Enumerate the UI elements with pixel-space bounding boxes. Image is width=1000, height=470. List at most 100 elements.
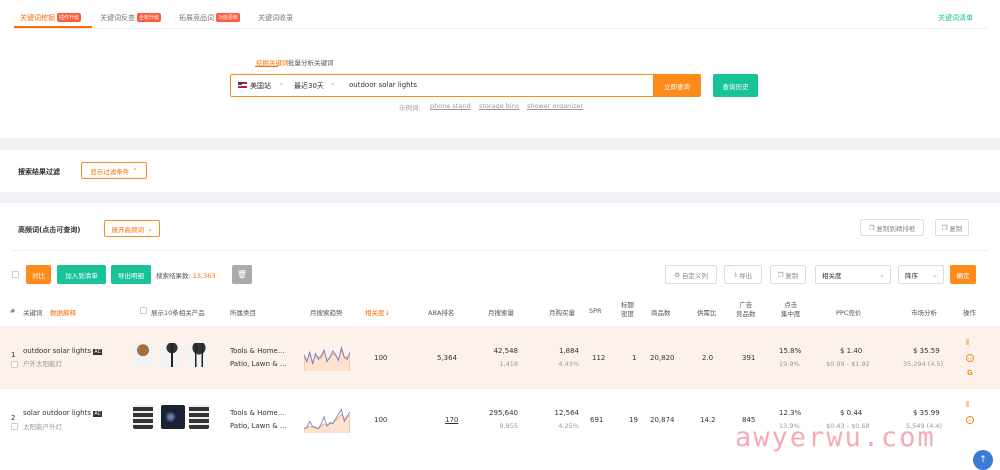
- monthly-purchase-value: 12,564: [554, 409, 580, 417]
- divider: [12, 28, 988, 29]
- select-all-checkbox[interactable]: [12, 271, 19, 278]
- sort-desc-icon: ↓: [384, 309, 390, 317]
- period-select[interactable]: 最近30天: [294, 81, 324, 91]
- category-sub[interactable]: Patio, Lawn & ...: [230, 422, 287, 430]
- copy-to-rank-button[interactable]: ❐ 复制到精排框: [860, 219, 924, 236]
- col-aba-rank[interactable]: ABA排名: [428, 307, 454, 317]
- chevron-down-icon: ⌄: [330, 80, 336, 87]
- keyword-list-link[interactable]: 关键词清单: [938, 13, 973, 23]
- col-products[interactable]: 展示10条相关产品: [151, 307, 205, 317]
- site-select[interactable]: 美国站: [250, 81, 271, 91]
- purchase-rate-value: 4.43%: [558, 360, 579, 368]
- bar-chart-icon[interactable]: ⫴: [966, 400, 969, 410]
- show-products-checkbox[interactable]: [140, 307, 147, 314]
- chevron-down-icon: ⌄: [279, 80, 285, 87]
- col-ppc[interactable]: PPC竞价: [836, 307, 861, 317]
- click-concentration-value: 12.3%: [779, 409, 802, 417]
- mode-tab-batch[interactable]: 批量分析关键词: [288, 57, 334, 67]
- col-keyword[interactable]: 关键词: [23, 307, 43, 317]
- col-ad-products[interactable]: 广告 竞品数: [736, 301, 756, 319]
- example-keyword[interactable]: phone stand: [430, 102, 471, 110]
- example-keyword[interactable]: shower organizer: [527, 102, 583, 110]
- col-trend[interactable]: 月搜索趋势: [310, 307, 343, 317]
- daily-search-value: 9,855: [499, 422, 518, 430]
- trend-sparkline[interactable]: [304, 343, 350, 371]
- category-main[interactable]: Tools & Home...: [230, 409, 285, 417]
- gear-icon: ⚙: [674, 270, 680, 279]
- search-button[interactable]: 立即查询: [653, 74, 701, 97]
- conversion-concentration-value: 19.9%: [779, 360, 800, 368]
- spr-value: 112: [592, 354, 606, 362]
- col-spr[interactable]: SPR: [589, 307, 602, 315]
- tab-keyword-mining[interactable]: 关键词挖掘 插件升级: [20, 13, 82, 23]
- purchase-rate-value: 4.25%: [558, 422, 579, 430]
- export-detail-button[interactable]: 导出明细: [111, 265, 151, 284]
- minus-circle-icon[interactable]: −: [966, 354, 974, 362]
- copy-icon: ❐: [777, 270, 784, 279]
- product-image[interactable]: [133, 343, 153, 367]
- col-product-count[interactable]: 商品数: [651, 307, 671, 317]
- product-image[interactable]: [161, 405, 185, 429]
- col-category[interactable]: 所属类目: [230, 307, 256, 317]
- daily-search-value: 1,418: [499, 360, 518, 368]
- expand-freq-button[interactable]: 展开高频词 ⌄: [104, 220, 160, 237]
- example-keyword[interactable]: storage bins: [479, 102, 519, 110]
- row-checkbox[interactable]: [11, 361, 18, 368]
- col-click-concentration[interactable]: 点击 集中度: [781, 301, 801, 319]
- product-image[interactable]: [133, 405, 153, 429]
- title-density-value: 1: [632, 354, 637, 362]
- title-density-value: 19: [629, 416, 638, 424]
- tab-reverse-lookup[interactable]: 关键词反查 全新升级: [100, 13, 162, 23]
- col-market[interactable]: 市场分析: [911, 307, 937, 317]
- chevron-down-icon: ⌄: [879, 270, 885, 279]
- export-button[interactable]: ⤓ 导出: [724, 265, 762, 284]
- tab-keyword-index[interactable]: 关键词收录: [258, 13, 293, 23]
- ad-products-value: 391: [742, 354, 756, 362]
- trend-sparkline[interactable]: [304, 405, 350, 433]
- keyword-link[interactable]: solar outdoor lights AC: [23, 409, 103, 417]
- trash-icon[interactable]: 🗑: [232, 265, 252, 284]
- confirm-button[interactable]: 确定: [950, 265, 976, 284]
- copy-button[interactable]: ❐ 复制: [935, 219, 969, 236]
- product-image[interactable]: [189, 343, 209, 367]
- add-to-list-button[interactable]: 加入到清单: [57, 265, 106, 284]
- search-input[interactable]: outdoor solar lights: [349, 81, 417, 89]
- minus-circle-icon[interactable]: −: [966, 416, 974, 424]
- category-main[interactable]: Tools & Home...: [230, 347, 285, 355]
- tab-badge: 全新升级: [137, 13, 162, 22]
- row-checkbox[interactable]: [11, 423, 18, 430]
- category-sub[interactable]: Patio, Lawn & ...: [230, 360, 287, 368]
- product-image[interactable]: [189, 405, 209, 429]
- copy-table-button[interactable]: ❐ 复制: [770, 265, 806, 284]
- data-explain-link[interactable]: 数据解释: [50, 307, 76, 317]
- col-title-density[interactable]: 标题 密度: [621, 301, 634, 319]
- show-filter-button[interactable]: 显示过滤条件 ⌃: [81, 162, 147, 179]
- tab-badge: 插件升级: [57, 13, 82, 22]
- tab-competitor-keywords[interactable]: 拓展竞品词 功能更新: [179, 13, 241, 23]
- col-monthly-purchase[interactable]: 月购买量: [549, 307, 575, 317]
- custom-columns-button[interactable]: ⚙ 自定义列: [665, 265, 717, 284]
- market-price: $ 35.99: [913, 409, 940, 417]
- compare-button[interactable]: 对比: [26, 265, 51, 284]
- google-icon[interactable]: G: [967, 369, 973, 377]
- row-index: 2: [11, 414, 16, 422]
- col-supply-ratio[interactable]: 供需比: [697, 307, 717, 317]
- product-image[interactable]: [162, 343, 182, 367]
- keyword-translation: 户外太阳能灯: [23, 360, 62, 368]
- history-button[interactable]: 查询历史: [713, 74, 758, 97]
- ac-badge: AC: [93, 411, 103, 417]
- col-relevance[interactable]: 相关度↓: [365, 307, 390, 317]
- ppc-value: $ 1.40: [840, 347, 863, 355]
- aba-rank-value[interactable]: 5,364: [437, 354, 457, 362]
- bar-chart-icon[interactable]: ⫴: [966, 338, 969, 348]
- sort-field-select[interactable]: 相关度 ⌄: [815, 265, 891, 284]
- back-to-top-icon[interactable]: ↑: [973, 450, 993, 470]
- keyword-link[interactable]: outdoor solar lights AC: [23, 347, 103, 355]
- sort-order-select[interactable]: 降序 ⌄: [898, 265, 944, 284]
- ppc-range: $0.99 - $1.92: [826, 360, 870, 368]
- click-concentration-value: 15.8%: [779, 347, 802, 355]
- divider: [12, 250, 988, 251]
- col-monthly-search[interactable]: 月搜索量: [488, 307, 514, 317]
- monthly-search-value: 42,548: [493, 347, 519, 355]
- aba-rank-value[interactable]: 170: [445, 416, 458, 424]
